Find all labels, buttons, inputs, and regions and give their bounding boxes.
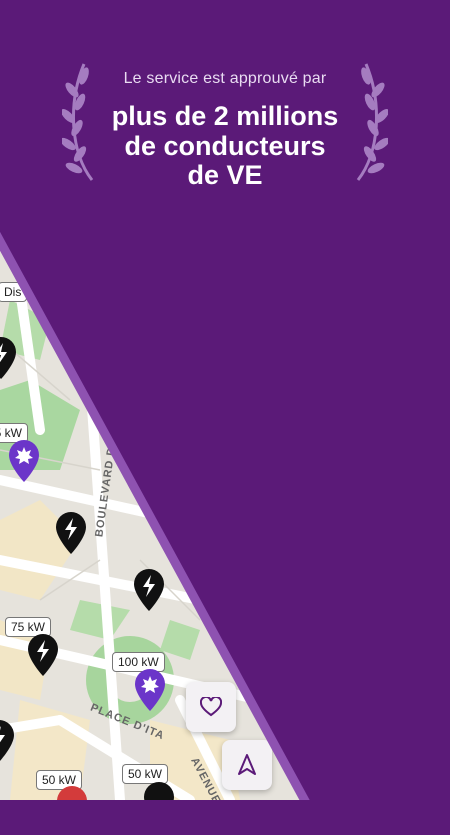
street-label: Dis bbox=[0, 282, 28, 302]
charger-pin-icon[interactable] bbox=[0, 335, 20, 381]
charger-pin-icon[interactable] bbox=[5, 438, 43, 484]
promo-title-line: plus de 2 millions bbox=[111, 101, 339, 131]
charger-pin-icon[interactable] bbox=[130, 567, 168, 613]
navigate-icon bbox=[238, 754, 256, 775]
heart-icon bbox=[200, 697, 222, 717]
promo-title-line: de VE bbox=[187, 160, 263, 191]
charger-pin-icon[interactable] bbox=[131, 667, 169, 713]
charger-pin-icon[interactable] bbox=[53, 784, 91, 800]
favorite-button[interactable] bbox=[186, 682, 236, 732]
charger-pin-icon[interactable] bbox=[140, 780, 178, 800]
promo-subtitle: Le service est approuvé par bbox=[123, 70, 327, 87]
promo-title-line: de conducteurs bbox=[124, 130, 326, 161]
navigate-button[interactable] bbox=[222, 740, 272, 790]
promo-title: plus de 2 millions de conducteurs de VE bbox=[0, 101, 450, 191]
charger-pin-icon[interactable] bbox=[24, 632, 62, 678]
charger-pin-icon[interactable] bbox=[0, 718, 18, 764]
promo-headline: Le service est approuvé par plus de 2 mi… bbox=[0, 70, 450, 191]
charger-pin-icon[interactable] bbox=[52, 510, 90, 556]
